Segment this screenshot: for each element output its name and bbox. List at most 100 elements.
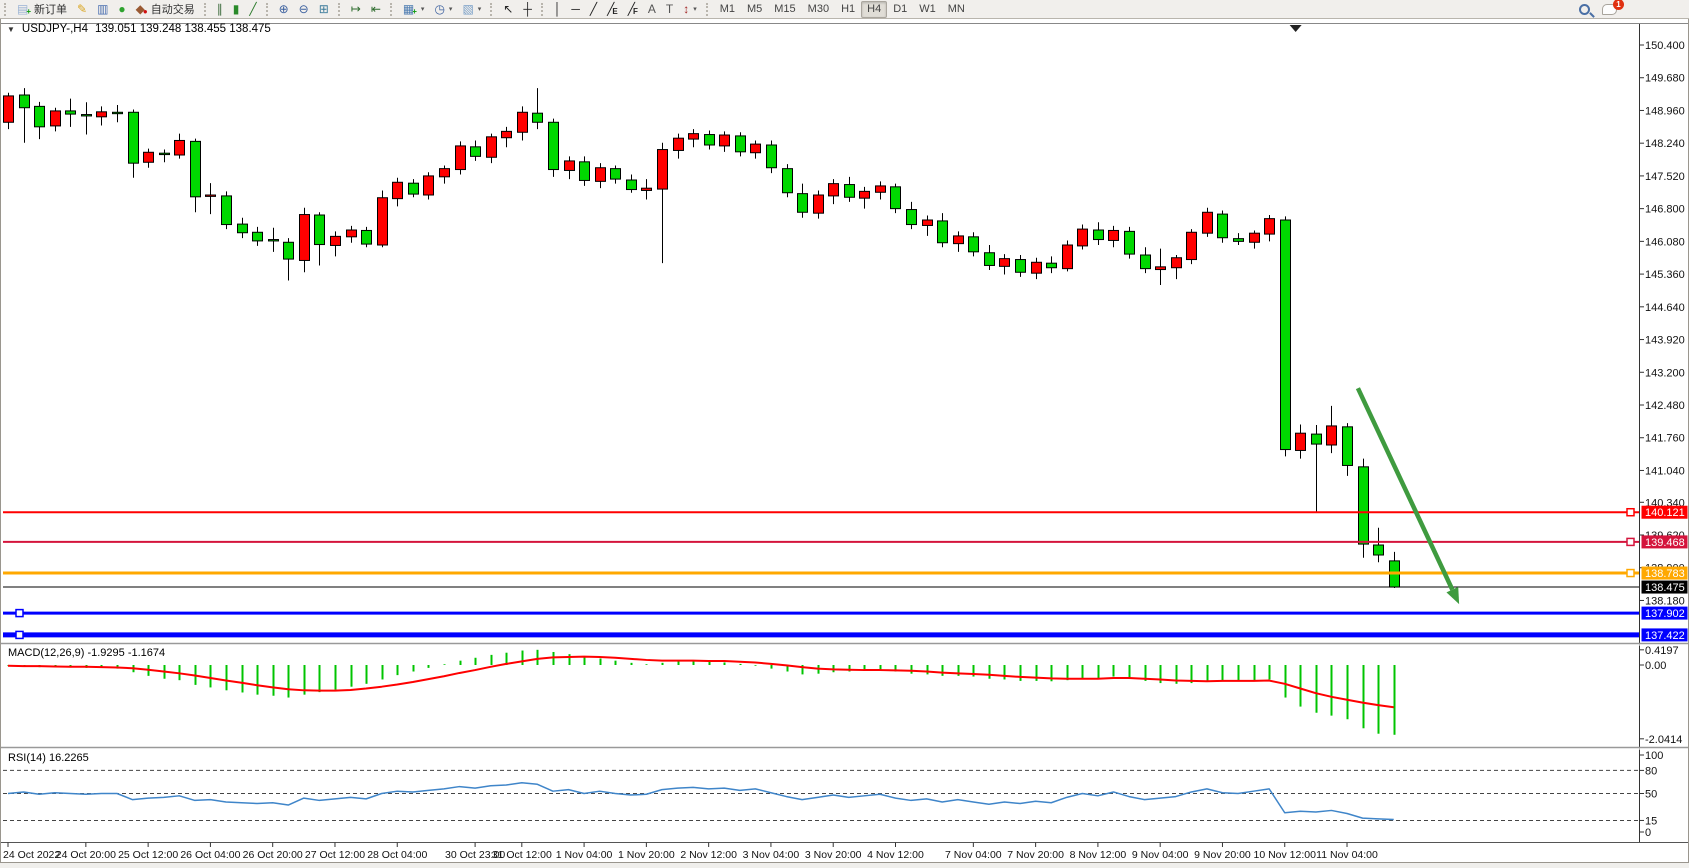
periods-button[interactable]: ◷▾ — [429, 1, 457, 18]
tf-m5-button[interactable]: M5 — [741, 1, 768, 18]
candle-body — [97, 112, 107, 117]
candle-body — [923, 220, 933, 225]
macd-axis-label: -2.0414 — [1645, 734, 1682, 746]
candle-body — [518, 112, 528, 132]
templates-button[interactable]: ▧▾ — [457, 1, 486, 18]
candle-body — [1172, 258, 1182, 268]
hline-button[interactable]: ─ — [566, 1, 585, 18]
tf-h1-button[interactable]: H1 — [835, 1, 861, 18]
candle-body — [1203, 212, 1213, 233]
candle-body — [487, 137, 497, 157]
tf-d1-button[interactable]: D1 — [887, 1, 913, 18]
market-watch-icon[interactable]: ▥ — [92, 1, 113, 18]
cursor-button[interactable]: ↖ — [498, 1, 518, 18]
toolbar-grip — [390, 3, 393, 16]
trendline-button[interactable]: ╱ — [585, 1, 602, 18]
zoom-in-button[interactable]: ⊕ — [274, 1, 294, 18]
line-chart-button[interactable]: ╱ — [244, 1, 261, 18]
hline-badge-label: 139.468 — [1645, 537, 1685, 549]
time-axis-label: 8 Nov 12:00 — [1070, 849, 1127, 861]
candle-body — [1063, 245, 1073, 269]
hline-badge-label: 137.902 — [1645, 608, 1685, 620]
collapse-icon[interactable]: ▼ — [7, 25, 15, 34]
candles-chart-button[interactable]: ▮ — [228, 1, 245, 18]
candle-body — [471, 147, 481, 157]
channel-button[interactable]: ╱E — [602, 1, 623, 18]
algo-trading-button[interactable]: ◆●自动交易 — [131, 1, 200, 18]
hline-badge-label: 137.422 — [1645, 630, 1685, 642]
candle-body — [160, 153, 170, 154]
chat-button[interactable]: 1 — [1602, 4, 1617, 15]
chart-canvas[interactable]: 150.400149.680148.960148.240147.520146.8… — [0, 19, 1689, 863]
rsi-axis-label: 15 — [1645, 815, 1657, 827]
new-order-button[interactable]: ▤+新订单 — [12, 1, 72, 18]
time-axis-label: 3 Nov 04:00 — [743, 849, 800, 861]
crosshair-button[interactable]: ┼ — [518, 1, 537, 18]
tf-mn-button-label: MN — [948, 3, 965, 15]
tf-m30-button[interactable]: M30 — [802, 1, 835, 18]
candle-body — [1281, 220, 1291, 450]
candle-body — [1109, 230, 1119, 240]
candle-body — [1187, 232, 1197, 259]
line-handle[interactable] — [1627, 538, 1634, 545]
auto-scroll-button[interactable]: ↦ — [346, 1, 366, 18]
fibonacci-button[interactable]: ╱F — [623, 1, 643, 18]
toolbar-grip — [4, 3, 7, 16]
dropdown-caret-icon: ▾ — [693, 5, 697, 13]
candle-body — [1343, 427, 1353, 466]
tf-h4-button[interactable]: H4 — [861, 1, 887, 18]
search-button[interactable] — [1579, 4, 1590, 15]
notification-badge: 1 — [1613, 0, 1624, 10]
time-axis-label: 3 Nov 20:00 — [805, 849, 862, 861]
candle-body — [533, 113, 543, 122]
time-axis-label: 2 Nov 12:00 — [680, 849, 737, 861]
zoom-out-icon: ⊖ — [299, 3, 309, 15]
indicators-button[interactable]: ▦+▾ — [398, 1, 430, 18]
candle-body — [1141, 255, 1151, 269]
candle-body — [424, 176, 434, 195]
signals-icon[interactable]: ● — [113, 1, 130, 18]
candles-icon: ▮ — [233, 3, 240, 15]
label-icon: T — [666, 3, 673, 15]
algo-trading-button-label: 自动交易 — [151, 1, 195, 17]
candle-body — [1047, 263, 1057, 268]
line-handle[interactable] — [16, 610, 23, 617]
candle-body — [456, 146, 466, 170]
doc-chart-mini-icon: + — [412, 8, 417, 16]
tile-windows-button[interactable]: ⊞ — [314, 1, 334, 18]
candle-body — [362, 230, 372, 244]
new-order-button-label: 新订单 — [34, 1, 67, 17]
dropdown-caret-icon: ▾ — [421, 5, 425, 13]
line-handle[interactable] — [16, 631, 23, 638]
candle-body — [798, 194, 808, 213]
candle-body — [409, 183, 419, 194]
candle-body — [51, 111, 61, 126]
candle-body — [829, 184, 839, 196]
arrows-button[interactable]: ↕▾ — [678, 1, 702, 18]
candle-body — [331, 236, 341, 245]
candle-body — [175, 140, 185, 155]
text-button[interactable]: A — [643, 1, 661, 18]
zoom-out-button[interactable]: ⊖ — [294, 1, 314, 18]
label-button[interactable]: T — [661, 1, 678, 18]
tf-m1-button[interactable]: M1 — [714, 1, 741, 18]
styler-icon[interactable]: ✎ — [72, 1, 92, 18]
main-toolbar: ▤+新订单✎▥●◆●自动交易∥▮╱⊕⊖⊞↦⇤▦+▾◷▾▧▾↖┼│─╱╱E╱FAT… — [0, 0, 1689, 19]
line-handle[interactable] — [1627, 509, 1634, 516]
candle-body — [611, 169, 621, 179]
crosshair-icon: ┼ — [523, 3, 532, 15]
tf-m15-button[interactable]: M15 — [768, 1, 801, 18]
tf-w1-button[interactable]: W1 — [913, 1, 942, 18]
candle-body — [1125, 231, 1135, 254]
bars-chart-button[interactable]: ∥ — [212, 1, 228, 18]
time-axis-label: 24 Oct 20:00 — [56, 849, 116, 861]
chart-shift-button[interactable]: ⇤ — [366, 1, 386, 18]
toolbar-grip — [541, 3, 544, 16]
tf-mn-button[interactable]: MN — [942, 1, 971, 18]
line-handle[interactable] — [1627, 570, 1634, 577]
chart-shift-icon: ⇤ — [371, 3, 381, 15]
bid-badge-label: 138.475 — [1645, 582, 1685, 594]
vline-button[interactable]: │ — [549, 1, 567, 18]
time-axis-label: 4 Nov 12:00 — [867, 849, 924, 861]
rsi-axis-label: 80 — [1645, 765, 1657, 777]
